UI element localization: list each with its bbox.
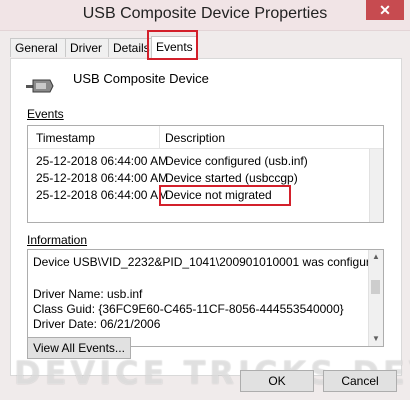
event-timestamp: 25-12-2018 06:44:00 AM — [36, 188, 169, 202]
scroll-thumb[interactable] — [371, 280, 380, 294]
info-line: Device USB\VID_2232&PID_1041\20090101000… — [33, 255, 384, 269]
device-name: USB Composite Device — [73, 71, 209, 86]
scroll-up-icon[interactable]: ▲ — [369, 250, 383, 264]
information-text[interactable]: Device USB\VID_2232&PID_1041\20090101000… — [27, 249, 384, 347]
event-highlight-box — [159, 185, 291, 206]
events-list[interactable]: Timestamp Description 25-12-2018 06:44:0… — [27, 125, 384, 223]
column-header-timestamp[interactable]: Timestamp — [36, 131, 95, 145]
events-header: Timestamp Description — [28, 126, 383, 149]
close-button[interactable]: ✕ — [366, 0, 404, 20]
title-bar: USB Composite Device Properties ✕ — [0, 0, 410, 31]
close-icon: ✕ — [379, 2, 391, 18]
tab-highlight-box — [147, 30, 198, 60]
window-title: USB Composite Device Properties — [82, 5, 328, 22]
tab-driver[interactable]: Driver — [65, 38, 113, 57]
info-line: Driver Name: usb.inf — [33, 287, 143, 301]
info-line: Class Guid: {36FC9E60-C465-11CF-8056-444… — [33, 302, 344, 316]
scroll-down-icon[interactable]: ▼ — [369, 332, 383, 346]
info-line: Driver Date: 06/21/2006 — [33, 317, 161, 331]
column-header-description[interactable]: Description — [165, 131, 225, 145]
properties-panel: USB Composite Device Events Timestamp De… — [10, 58, 402, 376]
events-label: Events — [27, 107, 64, 121]
event-timestamp: 25-12-2018 06:44:00 AM — [36, 154, 169, 168]
information-label: Information — [27, 233, 88, 247]
column-divider — [159, 126, 160, 148]
cancel-button[interactable]: Cancel — [323, 370, 397, 392]
tab-general[interactable]: General — [10, 38, 70, 57]
ok-button[interactable]: OK — [240, 370, 314, 392]
information-scrollbar[interactable]: ▲ ▼ — [368, 250, 383, 346]
usb-plug-icon — [26, 79, 54, 93]
event-timestamp: 25-12-2018 06:44:00 AM — [36, 171, 169, 185]
event-description: Device configured (usb.inf) — [165, 154, 308, 168]
events-scrollbar[interactable] — [369, 149, 383, 222]
event-row[interactable]: 25-12-2018 06:44:00 AM Device configured… — [28, 153, 368, 170]
